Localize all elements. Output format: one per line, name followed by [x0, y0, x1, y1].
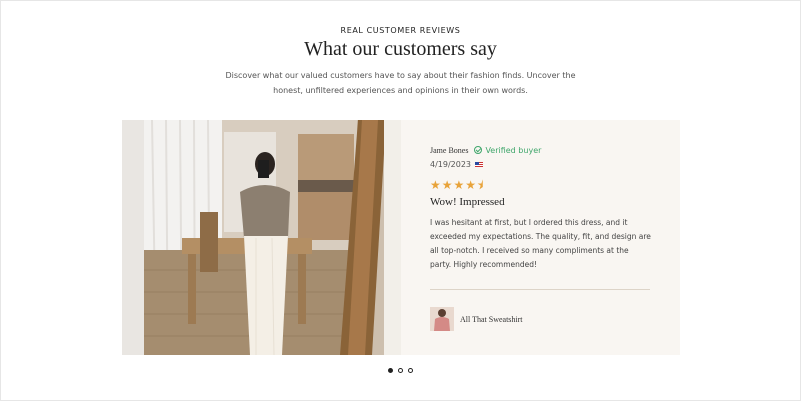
check-circle-icon: [474, 146, 483, 154]
review-date-row: 4/19/2023: [430, 160, 652, 169]
verified-label: Verified buyer: [485, 145, 542, 155]
review-card: Jame Bones Verified buyer 4/19/2023 ★★★★…: [122, 120, 680, 355]
carousel-dot-1[interactable]: [388, 368, 393, 373]
product-thumbnail-image: [430, 307, 454, 331]
star-rating: ★★★★⯨: [430, 178, 485, 192]
carousel-pagination: [0, 368, 801, 373]
section-title: What our customers say: [304, 38, 497, 60]
reviewer-name: Jame Bones: [430, 145, 469, 155]
section-subtitle: Discover what our valued customers have …: [225, 71, 576, 95]
reviewed-product[interactable]: All That Sweatshirt: [430, 307, 523, 331]
reviewer-row: Jame Bones Verified buyer: [430, 144, 652, 156]
carousel-dot-3[interactable]: [408, 368, 413, 373]
customer-photo: [122, 120, 401, 355]
review-title: Wow! Impressed: [430, 196, 505, 208]
carousel-dot-2[interactable]: [398, 368, 403, 373]
review-date: 4/19/2023: [430, 160, 472, 169]
verified-badge: Verified buyer: [474, 146, 541, 155]
review-content: Jame Bones Verified buyer 4/19/2023 ★★★★…: [430, 144, 652, 272]
section-eyebrow: REAL CUSTOMER REVIEWS: [340, 26, 461, 35]
customer-photo-image: [122, 120, 401, 355]
us-flag-icon: [475, 162, 484, 167]
product-name[interactable]: All That Sweatshirt: [460, 315, 523, 324]
divider: [430, 289, 650, 290]
product-thumbnail[interactable]: [430, 307, 454, 331]
review-body: I was hesitant at first, but I ordered t…: [430, 218, 651, 269]
